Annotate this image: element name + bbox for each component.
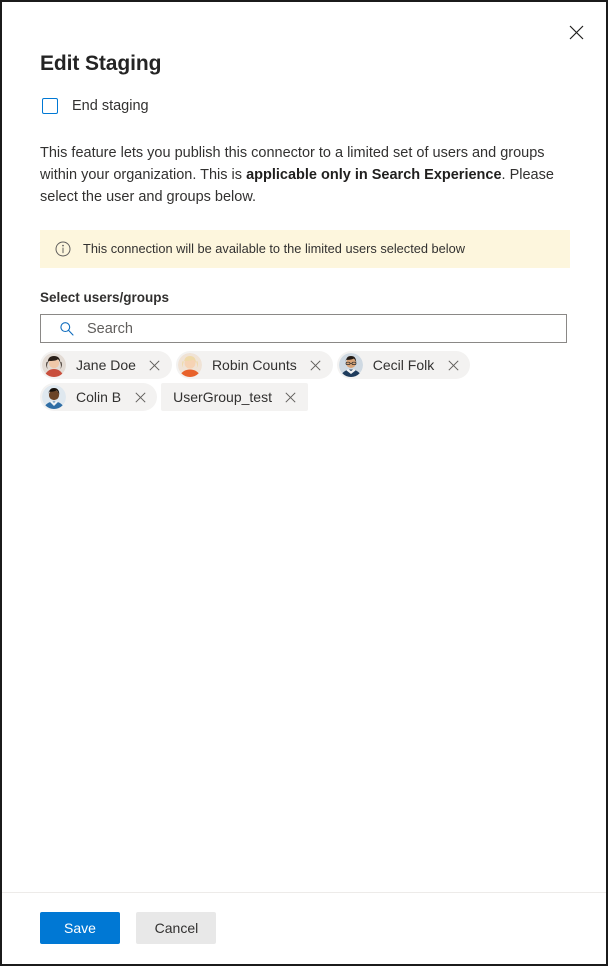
- cancel-button[interactable]: Cancel: [136, 912, 217, 944]
- person-name: Robin Counts: [211, 357, 297, 373]
- info-message-bar: This connection will be available to the…: [40, 230, 570, 268]
- description-bold: applicable only in Search Experience: [246, 167, 502, 183]
- panel-footer: Save Cancel: [2, 892, 606, 964]
- remove-person-close-icon[interactable]: [129, 386, 151, 408]
- remove-person-close-icon[interactable]: [305, 354, 327, 376]
- save-button[interactable]: Save: [40, 912, 120, 944]
- edit-staging-panel: Edit Staging End staging This feature le…: [0, 0, 608, 966]
- selected-person-pill[interactable]: Colin B: [40, 383, 158, 411]
- person-name: Jane Doe: [76, 357, 136, 373]
- selected-person-pill[interactable]: Cecil Folk: [336, 351, 471, 379]
- people-picker-label: Select users/groups: [40, 290, 170, 305]
- panel-body: Edit Staging End staging This feature le…: [2, 2, 606, 892]
- selected-people-list: Jane Doe Robin Counts Cecil Folk Colin B…: [40, 351, 572, 411]
- selected-group-pill[interactable]: UserGroup_test: [161, 383, 308, 411]
- avatar: [177, 353, 202, 377]
- avatar: [338, 353, 363, 377]
- remove-group-close-icon[interactable]: [280, 386, 302, 408]
- person-name: Cecil Folk: [372, 357, 435, 373]
- info-message-text: This connection will be available to the…: [83, 241, 465, 256]
- description-text: This feature lets you publish this conne…: [40, 142, 568, 208]
- info-circle-icon: [55, 241, 71, 257]
- end-staging-label: End staging: [72, 98, 149, 114]
- end-staging-checkbox[interactable]: [42, 98, 58, 114]
- selected-person-pill[interactable]: Jane Doe: [40, 351, 172, 379]
- end-staging-checkbox-row[interactable]: End staging: [40, 98, 568, 114]
- group-name: UserGroup_test: [173, 389, 272, 405]
- search-input-wrapper[interactable]: [40, 314, 567, 343]
- page-title: Edit Staging: [40, 52, 162, 75]
- selected-person-pill[interactable]: Robin Counts: [175, 351, 333, 379]
- avatar: [42, 385, 66, 409]
- search-icon: [59, 321, 74, 336]
- remove-person-close-icon[interactable]: [442, 354, 464, 376]
- person-name: Colin B: [76, 389, 122, 405]
- avatar: [42, 353, 66, 377]
- remove-person-close-icon[interactable]: [144, 354, 166, 376]
- search-input[interactable]: [87, 320, 557, 337]
